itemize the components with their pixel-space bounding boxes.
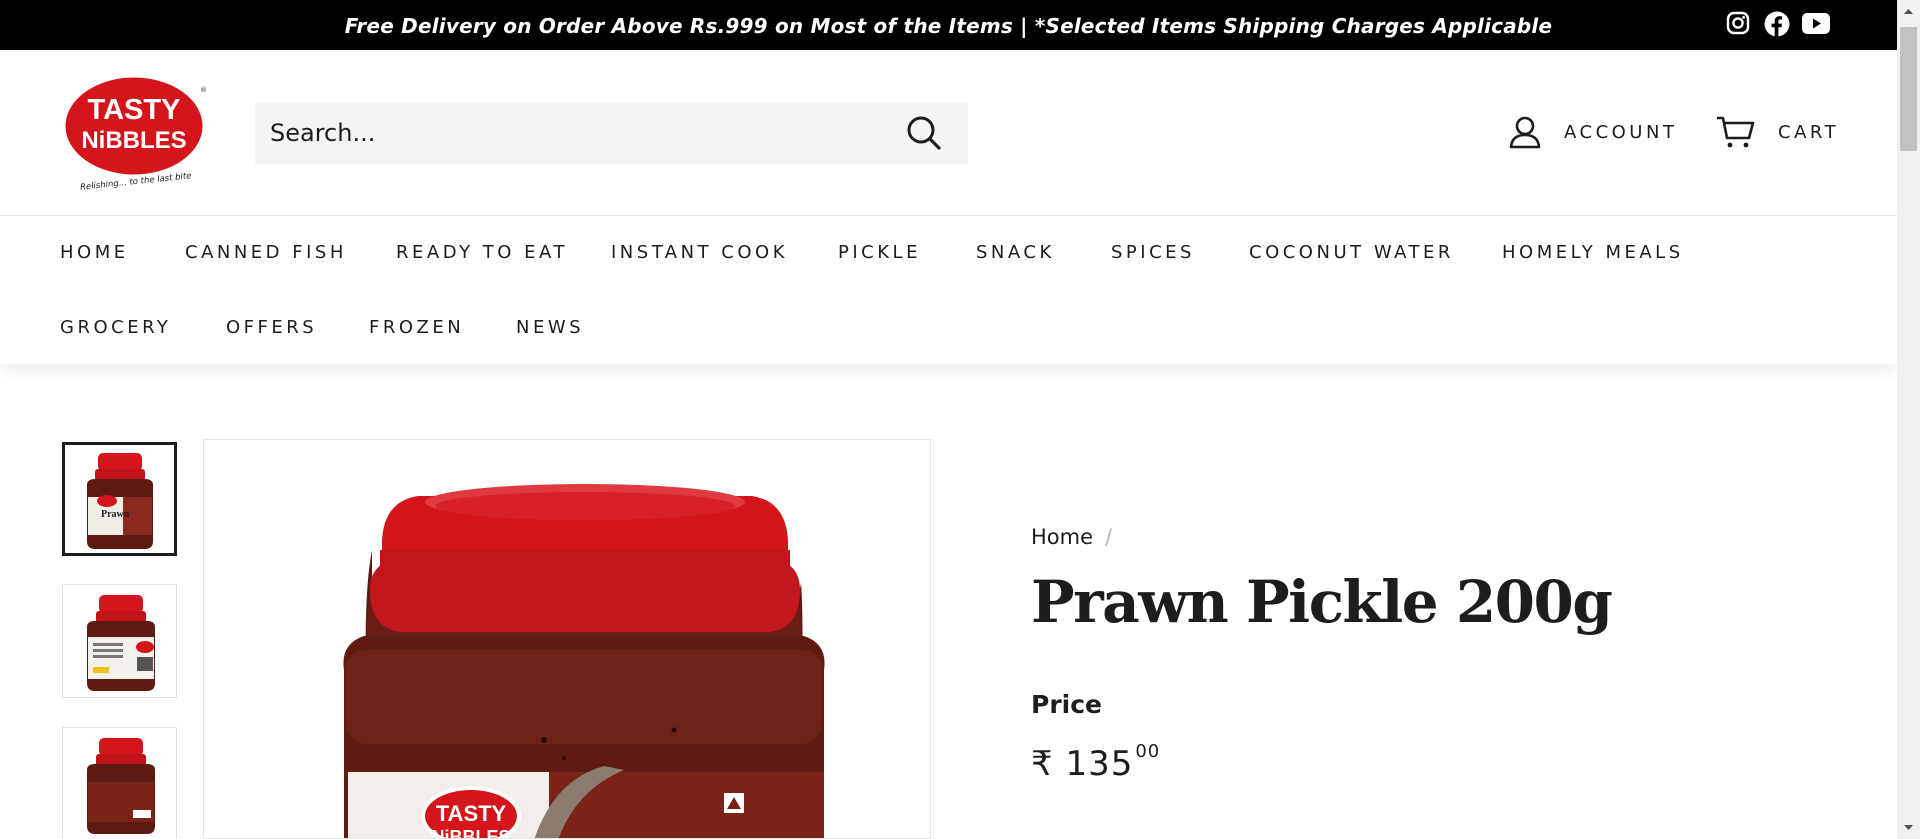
facebook-icon[interactable] [1764, 11, 1790, 37]
search-icon [907, 116, 941, 150]
nav-item-homely-meals[interactable]: HOMELY MEALS [1502, 242, 1684, 263]
svg-text:TASTY: TASTY [436, 801, 507, 826]
cart-link[interactable]: CART [1716, 115, 1839, 149]
nav-item-grocery[interactable]: GROCERY [60, 317, 171, 338]
nav-item-offers[interactable]: OFFERS [226, 317, 317, 338]
product-main-image[interactable]: TASTY NiBBLES [203, 439, 931, 839]
account-link[interactable]: ACCOUNT [1508, 115, 1677, 149]
account-icon [1509, 116, 1541, 149]
announcement-bar: Free Delivery on Order Above Rs.999 on M… [0, 0, 1897, 50]
logo-line2: NiBBLES [81, 127, 186, 154]
main-navigation: HOME CANNED FISH READY TO EAT INSTANT CO… [0, 216, 1897, 364]
search-input[interactable] [255, 102, 875, 164]
price-label: Price [1031, 690, 1102, 719]
breadcrumb-home[interactable]: Home [1031, 525, 1093, 549]
youtube-icon[interactable] [1802, 13, 1830, 34]
nav-item-news[interactable]: NEWS [516, 317, 584, 338]
price-major: 135 [1065, 744, 1134, 784]
svg-text:®: ® [200, 86, 207, 94]
nav-item-pickle[interactable]: PICKLE [838, 242, 921, 263]
search-button[interactable] [904, 113, 944, 153]
svg-text:NiBBLES: NiBBLES [431, 827, 510, 839]
svg-text:Prawn: Prawn [101, 509, 130, 520]
account-label: ACCOUNT [1564, 121, 1678, 143]
logo-line1: TASTY [88, 94, 181, 126]
nav-item-canned-fish[interactable]: CANNED FISH [185, 242, 347, 263]
nav-item-ready-to-eat[interactable]: READY TO EAT [396, 242, 568, 263]
nav-item-home[interactable]: HOME [60, 242, 129, 263]
brand-logo[interactable]: TASTY NiBBLES Relishing... to the last b… [58, 72, 210, 193]
announcement-text: Free Delivery on Order Above Rs.999 on M… [344, 14, 1553, 38]
site-header: TASTY NiBBLES Relishing... to the last b… [0, 50, 1897, 216]
breadcrumb-separator: / [1105, 525, 1113, 549]
cart-label: CART [1778, 121, 1840, 143]
product-price: ₹ 135 00 [1031, 740, 1161, 784]
nav-item-instant-cook[interactable]: INSTANT COOK [611, 242, 788, 263]
product-thumbnail-3[interactable] [62, 727, 177, 839]
nav-item-coconut-water[interactable]: COCONUT WATER [1249, 242, 1454, 263]
nav-item-frozen[interactable]: FROZEN [369, 317, 464, 338]
scroll-down-arrow[interactable] [1897, 817, 1920, 837]
scroll-thumb[interactable] [1900, 27, 1917, 151]
scroll-up-arrow[interactable] [1897, 2, 1920, 22]
cart-icon [1717, 116, 1755, 148]
nav-item-snack[interactable]: SNACK [976, 242, 1055, 263]
product-thumbnail-1[interactable]: Prawn [62, 442, 177, 556]
nav-item-spices[interactable]: SPICES [1111, 242, 1195, 263]
page-scrollbar[interactable] [1897, 0, 1920, 839]
product-thumbnail-2[interactable] [62, 584, 177, 698]
currency-symbol: ₹ [1031, 744, 1054, 784]
breadcrumb: Home / [1031, 525, 1112, 549]
price-minor: 00 [1135, 740, 1161, 762]
product-title: Prawn Pickle 200g [1031, 568, 1613, 636]
instagram-icon[interactable] [1726, 11, 1750, 35]
search-bar [255, 102, 968, 164]
